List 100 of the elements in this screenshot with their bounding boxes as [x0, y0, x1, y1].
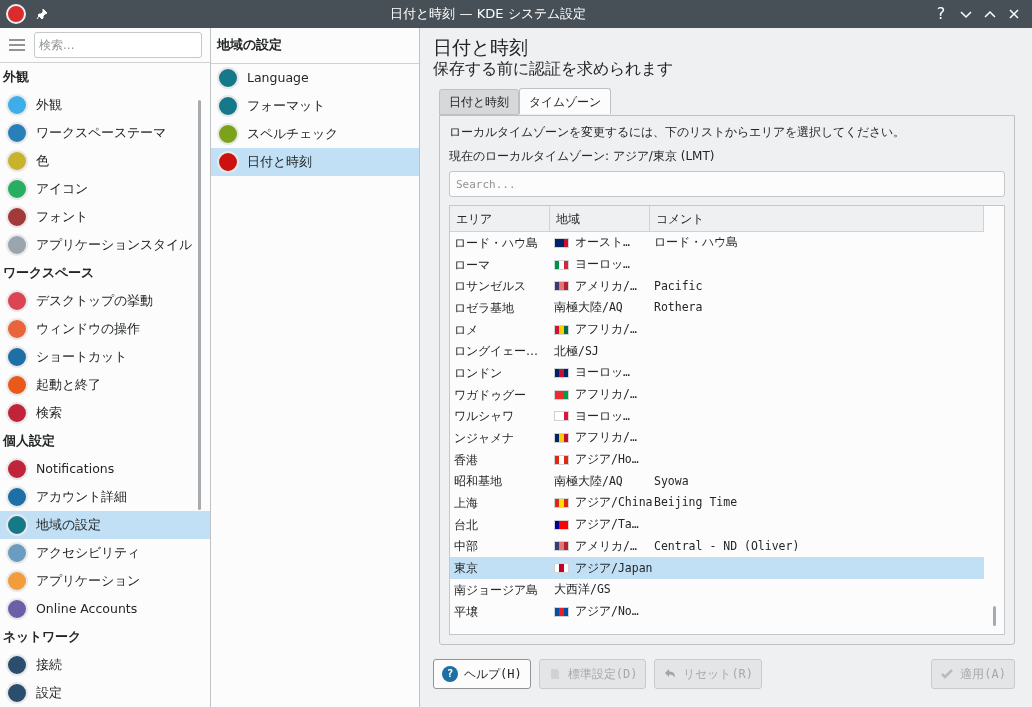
table-row[interactable]: 中部 アメリカ/… Central - ND (Oliver)	[450, 535, 984, 558]
table-cell-text: 上海	[453, 495, 479, 513]
checkmark-icon	[940, 667, 955, 681]
current-timezone: 現在のローカルタイムゾーン: アジア/東京 (LMT)	[449, 148, 716, 164]
tab[interactable]: 日付と時刻	[439, 89, 519, 115]
column-header[interactable]: コメント	[650, 206, 984, 231]
table-cell-text: 香港	[453, 451, 479, 469]
nav-item[interactable]: デスクトップの挙動	[0, 287, 210, 315]
table-row[interactable]: ロゼラ基地 南極大陸/AQ Rothera	[450, 297, 984, 319]
table-cell: アメリカ/…	[575, 277, 637, 295]
table-cell: アジア/Ta…	[575, 516, 639, 534]
table-row[interactable]: ンジャメナ アフリカ/…	[450, 427, 984, 449]
table-cell-text: ローマ	[453, 256, 491, 274]
column-header[interactable]: エリア	[450, 206, 550, 231]
nav-item[interactable]: 地域の設定	[0, 511, 210, 539]
search-field[interactable]: 検索...	[34, 32, 202, 58]
table-cell-text: 台北	[453, 516, 479, 534]
table-cell-text: ロングイェー…	[453, 343, 539, 361]
table-cell-text: アジア/No…	[575, 602, 639, 620]
nav-item[interactable]: アプリケーションスタイル	[0, 231, 210, 259]
page-subtitle: 保存する前に認証を求められます	[433, 59, 674, 79]
instruction-text: ローカルタイムゾーンを変更するには、下のリストからエリアを選択してください。	[449, 124, 906, 140]
table-row[interactable]: 香港 アジア/Ho…	[450, 448, 984, 471]
table-cell: ヨーロッ…	[575, 407, 630, 425]
table-row[interactable]: ロングイェー… 北極/SJ	[450, 340, 984, 363]
table-cell: 南極大陸/AQ	[554, 299, 623, 317]
table-row[interactable]: 台北 アジア/Ta…	[450, 513, 984, 536]
page-title: 日付と時刻	[433, 35, 529, 59]
table-row[interactable]: 平壌 アジア/No…	[450, 600, 984, 623]
table-row[interactable]: ローマ ヨーロッ…	[450, 253, 984, 276]
table-cell: 大西洋/GS	[554, 581, 611, 599]
table-cell-text: ヨーロッ…	[575, 255, 630, 273]
table-row[interactable]: 上海 アジア/China Beijing Time	[450, 492, 984, 514]
table-row[interactable]: 南ジョージア島 大西洋/GS	[450, 579, 984, 601]
table-cell-text: 南極大陸/AQ	[554, 472, 623, 490]
pin-icon[interactable]	[36, 8, 48, 20]
table-cell: アフリカ/…	[575, 429, 637, 447]
search-field[interactable]: Search...	[449, 171, 1005, 197]
table-cell-text: アメリカ/…	[575, 537, 637, 555]
nav-item[interactable]: フォーマット	[211, 92, 419, 120]
nav-item[interactable]: Notifications	[0, 455, 210, 483]
table-cell-text: ロンドン	[453, 364, 503, 382]
section-heading: ネットワーク	[2, 627, 82, 646]
nav-item[interactable]: 起動と終了	[0, 371, 210, 399]
nav-item[interactable]: ウィンドウの操作	[0, 315, 210, 343]
help-icon[interactable]: ?	[928, 2, 954, 26]
menu-icon[interactable]	[8, 37, 26, 53]
table-cell: アフリカ/…	[575, 386, 637, 404]
table-cell-text: ロード・ハウ島	[653, 234, 738, 252]
nav-item[interactable]: ショートカット	[0, 343, 210, 371]
nav-item[interactable]: アイコン	[0, 175, 210, 203]
flag-icon	[554, 237, 569, 248]
nav-item[interactable]: 外観	[0, 91, 210, 119]
table-row[interactable]: ロメ アフリカ/…	[450, 318, 984, 341]
nav-item[interactable]: アプリケーション	[0, 567, 210, 595]
nav-item[interactable]: スペルチェック	[211, 120, 419, 148]
app-icon[interactable]	[6, 4, 26, 24]
table-row[interactable]: 昭和基地 南極大陸/AQ Syowa	[450, 470, 984, 493]
column-header[interactable]: 地域	[550, 206, 650, 231]
flag-icon	[554, 389, 569, 400]
table-row[interactable]: 東京 アジア/Japan	[450, 557, 984, 579]
tab[interactable]: タイムゾーン	[519, 88, 611, 114]
nav-item[interactable]: アカウント詳細	[0, 483, 210, 511]
nav-item[interactable]: アクセシビリティ	[0, 539, 210, 567]
table-cell-text: アフリカ/…	[575, 320, 637, 338]
nav-item[interactable]: 検索	[0, 399, 210, 427]
table-row[interactable]: ワルシャワ ヨーロッ…	[450, 405, 984, 428]
table-cell-text: 平壌	[453, 603, 479, 621]
table-cell: 北極/SJ	[554, 342, 599, 360]
nav-item[interactable]: 日付と時刻	[211, 148, 419, 176]
table-cell-text: 東京	[453, 560, 479, 578]
table-cell-text: ロメ	[453, 321, 479, 339]
table-cell-text: 南ジョージア島	[453, 581, 539, 599]
nav-item[interactable]: Online Accounts	[0, 595, 210, 623]
table-row[interactable]: ロサンゼルス アメリカ/… Pacific	[450, 275, 984, 298]
section-heading: 個人設定	[1, 431, 56, 450]
flag-icon	[554, 454, 569, 465]
scrollbar[interactable]	[198, 100, 201, 510]
flag-icon	[554, 433, 569, 444]
nav-item[interactable]: 接続	[0, 651, 210, 679]
table-cell-text: Syowa	[653, 472, 689, 490]
table-cell: アジア/Ho…	[575, 451, 639, 469]
table-cell-text: ロサンゼルス	[453, 278, 527, 296]
flag-icon	[554, 324, 569, 335]
nav-item[interactable]: 設定	[0, 679, 210, 707]
table-cell-text: ワガドゥグー	[453, 386, 527, 404]
table-cell-text: Rothera	[653, 299, 703, 317]
table-cell-text: ロード・ハウ島	[453, 234, 539, 252]
dialog-button[interactable]: ? ヘルプ(H)	[433, 659, 531, 689]
table-row[interactable]: ロード・ハウ島 オースト… ロード・ハウ島	[450, 232, 984, 254]
table-row[interactable]: ロンドン ヨーロッ…	[450, 362, 984, 384]
section-heading: 外観	[2, 67, 30, 86]
scrollbar[interactable]	[993, 606, 996, 626]
nav-item[interactable]: フォント	[0, 203, 210, 231]
nav-item[interactable]: 色	[0, 147, 210, 175]
table-row[interactable]: ワガドゥグー アフリカ/…	[450, 383, 984, 406]
nav-item[interactable]: Language	[211, 64, 419, 92]
close-icon[interactable]	[1007, 7, 1021, 21]
window-title: 日付と時刻 — KDE システム設定	[389, 5, 587, 24]
nav-item[interactable]: ワークスペーステーマ	[0, 119, 210, 147]
